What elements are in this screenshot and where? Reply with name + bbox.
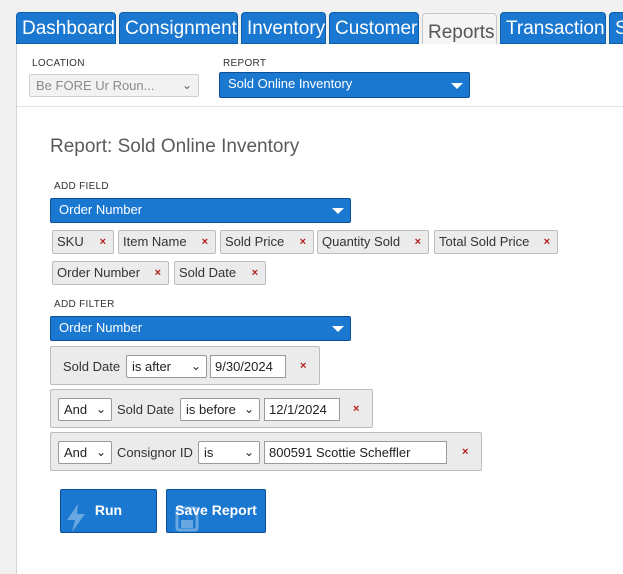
filter-conjunction-value: And bbox=[64, 402, 88, 417]
tab-inventory[interactable]: Inventory bbox=[241, 12, 326, 44]
caret-down-icon bbox=[332, 208, 344, 214]
remove-field-icon[interactable]: × bbox=[155, 262, 161, 284]
report-select[interactable]: Sold Online Inventory bbox=[219, 72, 470, 98]
chevron-down-icon: ⌄ bbox=[95, 402, 106, 416]
field-chip-label: Quantity Sold bbox=[322, 234, 401, 249]
field-chip-label: Order Number bbox=[57, 265, 141, 280]
filter-value-input[interactable]: 9/30/2024 bbox=[210, 355, 286, 378]
tab-partial[interactable]: S bbox=[609, 12, 623, 44]
chevron-down-icon: ⌄ bbox=[181, 78, 192, 92]
filter-operator-value: is before bbox=[186, 402, 236, 417]
chevron-down-icon: ⌄ bbox=[243, 402, 254, 416]
field-chip-sold-price: Sold Price × bbox=[220, 230, 314, 254]
filter-conjunction-value: And bbox=[64, 445, 88, 460]
floppy-disk-icon bbox=[175, 506, 199, 532]
remove-field-icon[interactable]: × bbox=[100, 231, 106, 253]
field-chip-label: Sold Price bbox=[225, 234, 285, 249]
add-field-label: ADD FIELD bbox=[54, 181, 109, 192]
filter-field-label: Sold Date bbox=[63, 359, 121, 374]
save-report-button[interactable]: Save Report bbox=[166, 489, 266, 533]
chevron-down-icon: ⌄ bbox=[243, 445, 254, 459]
run-button[interactable]: Run bbox=[60, 489, 157, 533]
remove-field-icon[interactable]: × bbox=[252, 262, 258, 284]
add-filter-value: Order Number bbox=[59, 320, 143, 335]
remove-field-icon[interactable]: × bbox=[415, 231, 421, 253]
field-chip-label: SKU bbox=[57, 234, 84, 249]
filter-value-input[interactable]: 800591 Scottie Scheffler bbox=[264, 441, 447, 464]
lightning-icon bbox=[67, 504, 85, 532]
run-button-label: Run bbox=[94, 502, 123, 518]
filter-field-label: Sold Date bbox=[117, 402, 175, 417]
chevron-down-icon: ⌄ bbox=[190, 359, 201, 373]
report-selector-bar: LOCATION Be FORE Ur Roun... ⌄ REPORT Sol… bbox=[17, 44, 623, 107]
caret-down-icon bbox=[332, 326, 344, 332]
field-chip-quantity-sold: Quantity Sold × bbox=[317, 230, 429, 254]
field-chip-label: Sold Date bbox=[179, 265, 237, 280]
report-value: Sold Online Inventory bbox=[228, 76, 353, 91]
field-chip-sold-date: Sold Date × bbox=[174, 261, 266, 285]
tab-dashboard[interactable]: Dashboard bbox=[16, 12, 116, 44]
add-field-select[interactable]: Order Number bbox=[50, 198, 351, 223]
report-panel: LOCATION Be FORE Ur Roun... ⌄ REPORT Sol… bbox=[16, 44, 623, 574]
filter-conjunction-select[interactable]: And ⌄ bbox=[58, 398, 112, 421]
location-label: LOCATION bbox=[32, 58, 85, 69]
add-filter-label: ADD FILTER bbox=[54, 299, 115, 310]
filter-value-input[interactable]: 12/1/2024 bbox=[264, 398, 340, 421]
chevron-down-icon: ⌄ bbox=[95, 445, 106, 459]
field-chip-label: Total Sold Price bbox=[439, 234, 530, 249]
tab-customer[interactable]: Customer bbox=[329, 12, 419, 44]
filter-operator-value: is after bbox=[132, 359, 172, 374]
tab-transaction[interactable]: Transaction bbox=[500, 12, 606, 44]
filter-field-label: Consignor ID bbox=[117, 445, 193, 460]
remove-filter-icon[interactable]: × bbox=[300, 355, 306, 378]
remove-filter-icon[interactable]: × bbox=[462, 441, 468, 464]
location-select[interactable]: Be FORE Ur Roun... ⌄ bbox=[29, 74, 199, 97]
filter-row: And ⌄ Sold Date is before ⌄ 12/1/2024 × bbox=[50, 389, 373, 428]
location-value: Be FORE Ur Roun... bbox=[36, 78, 155, 93]
field-chip-sku: SKU × bbox=[52, 230, 114, 254]
filter-operator-select[interactable]: is before ⌄ bbox=[180, 398, 260, 421]
caret-down-icon bbox=[451, 83, 463, 89]
report-label: REPORT bbox=[223, 58, 267, 69]
add-field-value: Order Number bbox=[59, 202, 143, 217]
add-filter-select[interactable]: Order Number bbox=[50, 316, 351, 341]
field-chip-total-sold-price: Total Sold Price × bbox=[434, 230, 558, 254]
main-tabs: Dashboard Consignment Inventory Customer… bbox=[0, 0, 623, 48]
field-chip-item-name: Item Name × bbox=[118, 230, 216, 254]
tab-reports[interactable]: Reports bbox=[422, 13, 497, 48]
field-chip-order-number: Order Number × bbox=[52, 261, 169, 285]
remove-filter-icon[interactable]: × bbox=[353, 398, 359, 421]
filter-row: And ⌄ Consignor ID is ⌄ 800591 Scottie Sch… bbox=[50, 432, 482, 471]
tab-consignment[interactable]: Consignment bbox=[119, 12, 238, 44]
remove-field-icon[interactable]: × bbox=[544, 231, 550, 253]
filter-operator-select[interactable]: is after ⌄ bbox=[126, 355, 207, 378]
page-title: Report: Sold Online Inventory bbox=[50, 136, 300, 157]
field-chip-label: Item Name bbox=[123, 234, 187, 249]
filter-row: Sold Date is after ⌄ 9/30/2024 × bbox=[50, 346, 320, 385]
filter-operator-select[interactable]: is ⌄ bbox=[198, 441, 260, 464]
filter-operator-value: is bbox=[204, 445, 214, 460]
remove-field-icon[interactable]: × bbox=[300, 231, 306, 253]
filter-conjunction-select[interactable]: And ⌄ bbox=[58, 441, 112, 464]
remove-field-icon[interactable]: × bbox=[202, 231, 208, 253]
